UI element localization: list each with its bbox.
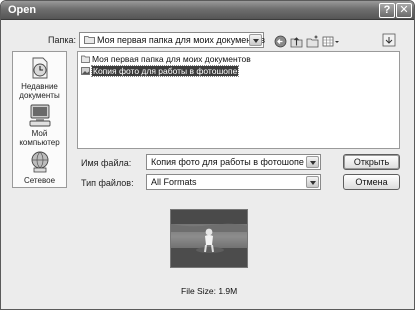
close-button[interactable]: ✕: [396, 3, 412, 18]
open-button[interactable]: Открыть: [343, 154, 400, 170]
place-network-label: Сетевое: [23, 176, 56, 185]
list-item-selected[interactable]: Копия фото для работы в фотошопе: [81, 65, 240, 77]
list-item[interactable]: Моя первая папка для моих документов: [81, 54, 251, 65]
window-title: Open: [8, 4, 37, 16]
recent-documents-icon: [32, 57, 47, 79]
filetype-value: All Formats: [151, 177, 197, 187]
desktop-icon[interactable]: [382, 33, 396, 47]
help-button[interactable]: ?: [379, 3, 395, 18]
place-my-computer-label-2: компьютер: [19, 138, 60, 147]
image-file-icon: [81, 67, 90, 75]
preview-photo: [171, 210, 247, 267]
lookin-value: Моя первая папка для моих документов: [97, 35, 266, 45]
folder-icon: [81, 55, 90, 63]
back-icon[interactable]: [274, 35, 287, 48]
file-size-label: File Size: 1.9M: [181, 286, 238, 296]
filename-input[interactable]: Копия фото для работы в фотошопе: [146, 154, 321, 170]
up-folder-icon[interactable]: [290, 35, 303, 48]
place-recent[interactable]: Недавние документы: [13, 56, 66, 100]
filename-label: Имя файла:: [81, 158, 132, 168]
file-name: Моя первая папка для моих документов: [92, 54, 251, 64]
cancel-button[interactable]: Отмена: [343, 174, 400, 190]
place-my-computer-label-1: Мой: [31, 129, 48, 138]
places-bar: Недавние документы Мой компьютер Сетевое: [12, 51, 67, 188]
chevron-down-icon[interactable]: [249, 34, 262, 46]
file-list[interactable]: Моя первая папка для моих документов Коп…: [77, 51, 400, 149]
folder-icon: [84, 36, 95, 44]
title-bar[interactable]: Open ? ✕: [1, 1, 414, 20]
open-dialog: Open ? ✕ Папка: Моя первая папка для мои…: [0, 0, 415, 310]
view-menu-icon[interactable]: [322, 35, 340, 48]
filetype-label: Тип файлов:: [81, 178, 134, 188]
lookin-value-wrap: Моя первая папка для моих документов: [84, 35, 265, 45]
network-icon: [31, 151, 48, 173]
chevron-down-icon[interactable]: [306, 156, 319, 168]
my-computer-icon: [29, 104, 50, 127]
place-recent-label-2: документы: [19, 91, 60, 100]
chevron-down-icon[interactable]: [306, 176, 319, 188]
place-recent-label-1: Недавние: [21, 82, 58, 91]
place-network[interactable]: Сетевое: [13, 150, 66, 185]
lookin-dropdown[interactable]: Моя первая папка для моих документов: [79, 32, 265, 48]
place-my-computer[interactable]: Мой компьютер: [13, 103, 66, 147]
filetype-dropdown[interactable]: All Formats: [146, 174, 321, 190]
lookin-label: Папка:: [48, 35, 76, 45]
file-name: Копия фото для работы в фотошопе: [90, 65, 240, 77]
filename-value: Копия фото для работы в фотошопе: [151, 157, 304, 167]
image-preview: [170, 209, 248, 268]
new-folder-icon[interactable]: [306, 35, 319, 48]
